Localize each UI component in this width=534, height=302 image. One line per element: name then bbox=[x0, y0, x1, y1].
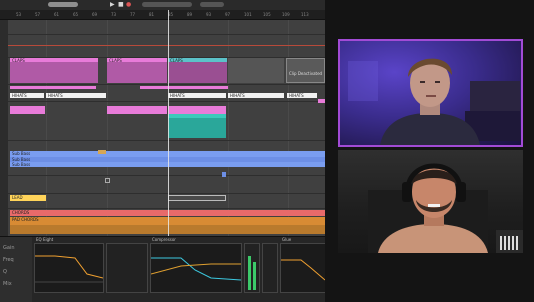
clip-marker[interactable] bbox=[222, 172, 226, 177]
clip-label: Clip Deactivated bbox=[289, 71, 323, 76]
clip[interactable]: HIHATS bbox=[228, 93, 284, 98]
clip[interactable] bbox=[140, 86, 228, 89]
ruler-tick: 101 bbox=[244, 12, 252, 17]
ruler-tick: 57 bbox=[35, 12, 41, 17]
playhead[interactable] bbox=[168, 10, 169, 236]
clip-label: CHORDS bbox=[12, 210, 30, 215]
ruler-tick: 93 bbox=[206, 12, 212, 17]
daw-window: ▶ ■ ● 53 57 61 65 69 73 77 81 85 89 93 9… bbox=[0, 0, 325, 302]
clip[interactable]: LEAD bbox=[10, 195, 46, 201]
ruler-tick: 61 bbox=[54, 12, 60, 17]
clip-label: HIHATS bbox=[230, 93, 245, 98]
ruler-tick: 105 bbox=[263, 12, 271, 17]
param-label: Q bbox=[3, 269, 7, 275]
stop-button[interactable]: ■ bbox=[118, 1, 124, 9]
eq-curve bbox=[35, 255, 104, 283]
device-side-labels: Gain Freq Q Mix bbox=[0, 237, 32, 302]
meter bbox=[244, 243, 260, 293]
lane-divider bbox=[8, 140, 325, 141]
param-label: Gain bbox=[3, 245, 15, 251]
clip-label: HIHATS bbox=[12, 93, 27, 98]
clip[interactable]: HIHATS bbox=[287, 93, 317, 98]
meter-bar bbox=[248, 256, 251, 290]
meter-bar bbox=[253, 262, 256, 290]
clip[interactable] bbox=[228, 58, 284, 83]
device-controls[interactable] bbox=[106, 243, 148, 293]
device-title: Glue bbox=[282, 237, 292, 242]
ruler-tick: 73 bbox=[111, 12, 117, 17]
ruler-tick: 53 bbox=[16, 12, 22, 17]
loop-display[interactable] bbox=[200, 2, 224, 7]
clip[interactable] bbox=[168, 106, 226, 114]
clip-label: HIHATS bbox=[170, 93, 185, 98]
clip[interactable]: CLAPS bbox=[168, 58, 227, 83]
clip[interactable]: CLAPS bbox=[107, 58, 167, 83]
comp-curve bbox=[150, 257, 242, 281]
glue-display[interactable] bbox=[280, 243, 325, 293]
clip[interactable]: HIHATS bbox=[10, 93, 44, 98]
clip[interactable] bbox=[168, 114, 226, 138]
grid-line bbox=[46, 20, 47, 236]
device-title: EQ Eight bbox=[36, 237, 54, 242]
clip[interactable]: HIHATS bbox=[168, 93, 226, 98]
track-header-strip bbox=[0, 20, 8, 236]
ruler-tick: 65 bbox=[73, 12, 79, 17]
clip[interactable] bbox=[168, 195, 226, 201]
param-label: Freq bbox=[3, 257, 14, 263]
clip-label: CLAPS bbox=[109, 58, 122, 63]
ruler-tick: 97 bbox=[225, 12, 231, 17]
eq-display[interactable] bbox=[34, 243, 104, 293]
device-panel: Gain Freq Q Mix EQ Eight Compressor Glue bbox=[0, 236, 325, 302]
clip-label: CLAPS bbox=[170, 58, 183, 63]
position-display[interactable] bbox=[142, 2, 192, 7]
deactivated-clip[interactable]: Clip Deactivated bbox=[286, 58, 325, 83]
lane-divider bbox=[8, 208, 325, 209]
lane-divider bbox=[8, 101, 325, 102]
person-silhouette-top bbox=[348, 58, 520, 145]
param-label: Mix bbox=[3, 281, 12, 287]
grid-line bbox=[107, 20, 108, 236]
ruler-tick: 77 bbox=[130, 12, 136, 17]
play-button[interactable]: ▶ bbox=[110, 1, 115, 9]
glue-curve bbox=[281, 259, 325, 281]
meter bbox=[262, 243, 278, 293]
record-button[interactable]: ● bbox=[126, 1, 131, 9]
ruler-tick: 89 bbox=[187, 12, 193, 17]
webcam-guest-bottom bbox=[338, 150, 523, 253]
arrangement-view[interactable] bbox=[8, 20, 325, 236]
lane-divider bbox=[8, 34, 325, 35]
clip[interactable]: CLAPS bbox=[10, 58, 98, 83]
clip-label: Sub Bass bbox=[12, 151, 31, 156]
clip-label: HIHATS bbox=[48, 93, 63, 98]
clip[interactable] bbox=[318, 99, 325, 103]
webcam-host-top bbox=[338, 39, 523, 147]
clip[interactable]: HIHATS bbox=[46, 93, 106, 98]
person-silhouette-bottom bbox=[368, 163, 523, 253]
lane-divider bbox=[8, 175, 325, 176]
clip[interactable] bbox=[10, 86, 96, 89]
compressor-display[interactable] bbox=[150, 243, 242, 293]
clip-label: HIHATS bbox=[289, 93, 304, 98]
ruler-tick: 69 bbox=[92, 12, 98, 17]
clip-label: PAD CHORDS bbox=[12, 217, 39, 222]
transport-bar: ▶ ■ ● bbox=[0, 0, 325, 10]
lane-divider bbox=[8, 84, 325, 85]
clip[interactable] bbox=[107, 106, 167, 114]
fold-toggle[interactable] bbox=[105, 178, 110, 183]
device-title: Compressor bbox=[152, 237, 176, 242]
ruler-tick: 81 bbox=[149, 12, 155, 17]
clip-label: LEAD bbox=[12, 195, 23, 200]
grid-line bbox=[228, 20, 229, 236]
timeline-ruler[interactable]: 53 57 61 65 69 73 77 81 85 89 93 97 101 … bbox=[0, 10, 325, 20]
tempo-pill[interactable] bbox=[48, 2, 78, 7]
clip-label: CLAPS bbox=[12, 58, 25, 63]
automation-line bbox=[8, 45, 325, 46]
lane-divider bbox=[8, 193, 325, 194]
clip[interactable] bbox=[10, 106, 45, 114]
clip-marker[interactable] bbox=[98, 150, 106, 154]
ruler-tick: 113 bbox=[301, 12, 309, 17]
grid-line bbox=[288, 20, 289, 236]
clip-label: Sub Bass bbox=[12, 162, 31, 167]
ruler-tick: 109 bbox=[282, 12, 290, 17]
